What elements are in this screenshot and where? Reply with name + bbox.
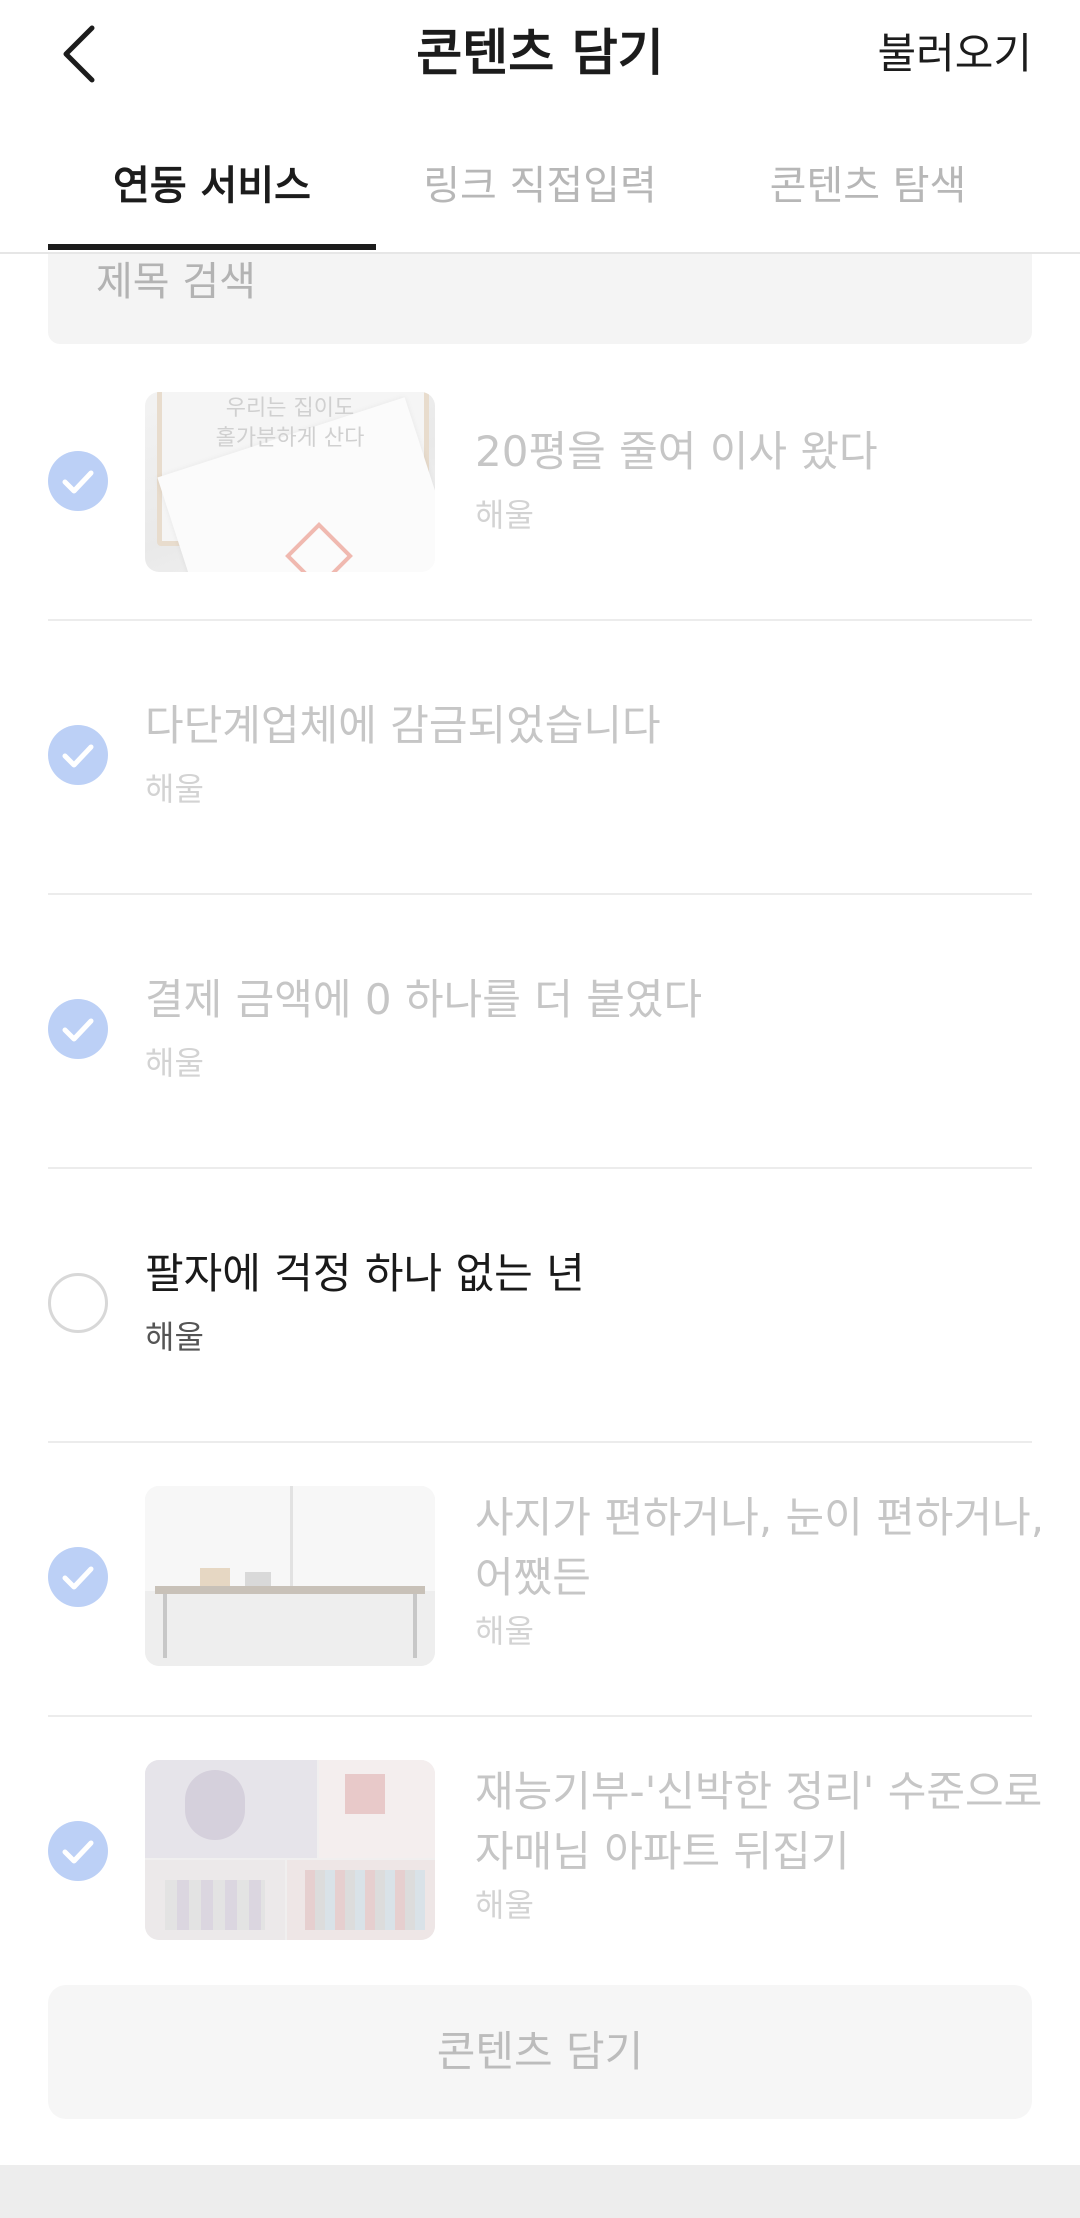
- content-item[interactable]: 재능기부-'신박한 정리' 수준으로 자매님 아파트 뒤집기 해울: [48, 1716, 1042, 1989]
- item-author: 해울: [145, 1318, 204, 1356]
- checkbox-checked[interactable]: [48, 999, 108, 1059]
- check-icon: [62, 470, 94, 494]
- thumbnail-image: 우리는 집이도 홀가분하게 산다: [145, 392, 435, 572]
- item-author: 해울: [475, 496, 534, 534]
- content-item[interactable]: 우리는 집이도 홀가분하게 산다 20평을 줄여 이사 왔다 해울: [48, 346, 1032, 621]
- item-title: 재능기부-'신박한 정리' 수준으로 자매님 아파트 뒤집기: [475, 1767, 1043, 1876]
- content-item[interactable]: 사지가 편하거나, 눈이 편하거나, 어쨌든 해울: [48, 1442, 1044, 1717]
- checkbox-checked[interactable]: [48, 1821, 108, 1881]
- item-author: 해울: [145, 770, 204, 808]
- item-author: 해울: [145, 1044, 204, 1082]
- check-icon: [62, 1018, 94, 1042]
- content-item[interactable]: 팔자에 걱정 하나 없는 년 해울: [48, 1168, 1032, 1443]
- item-title: 팔자에 걱정 하나 없는 년: [145, 1249, 585, 1298]
- check-icon: [62, 1840, 94, 1864]
- thumbnail-image: [145, 1486, 435, 1666]
- content-item[interactable]: 다단계업체에 감금되었습니다 해울: [48, 620, 1032, 895]
- tab-explore-content[interactable]: 콘텐츠 탐색: [704, 156, 1032, 216]
- search-input[interactable]: 제목 검색: [48, 254, 1032, 344]
- thumbnail-caption: 우리는 집이도 홀가분하게 산다: [215, 396, 365, 451]
- page-title: 콘텐츠 담기: [416, 24, 664, 82]
- tab-linked-services[interactable]: 연동 서비스: [48, 156, 376, 216]
- item-title: 결제 금액에 0 하나를 더 붙였다: [145, 975, 703, 1024]
- tab-active-indicator: [48, 244, 376, 250]
- tab-bar: 연동 서비스 링크 직접입력 콘텐츠 탐색: [0, 140, 1080, 254]
- checkbox-unchecked[interactable]: [48, 1273, 108, 1333]
- tab-direct-link[interactable]: 링크 직접입력: [376, 156, 704, 216]
- content-item[interactable]: 결제 금액에 0 하나를 더 붙였다 해울: [48, 894, 1032, 1169]
- item-title: 다단계업체에 감금되었습니다: [145, 701, 661, 750]
- item-title: 사지가 편하거나, 눈이 편하거나, 어쨌든: [475, 1493, 1045, 1602]
- add-content-button[interactable]: 콘텐츠 담기: [48, 1985, 1032, 2119]
- item-author: 해울: [475, 1612, 534, 1650]
- check-icon: [62, 1566, 94, 1590]
- check-icon: [62, 744, 94, 768]
- item-title: 20평을 줄여 이사 왔다: [475, 427, 878, 476]
- checkbox-checked[interactable]: [48, 725, 108, 785]
- item-author: 해울: [475, 1886, 534, 1924]
- system-navigation-bar: [0, 2165, 1080, 2218]
- load-button[interactable]: 불러오기: [877, 26, 1032, 82]
- search-placeholder: 제목 검색: [96, 259, 256, 305]
- checkbox-checked[interactable]: [48, 451, 108, 511]
- top-bar: 콘텐츠 담기 불러오기: [0, 0, 1080, 110]
- checkbox-checked[interactable]: [48, 1547, 108, 1607]
- thumbnail-image: [145, 1760, 435, 1940]
